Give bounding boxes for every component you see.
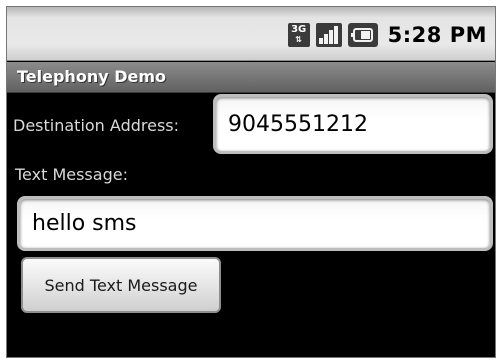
signal-strength-icon bbox=[315, 23, 342, 47]
title-bar: Telephony Demo bbox=[7, 62, 495, 93]
text-message-value: hello sms bbox=[32, 211, 137, 236]
status-icons: 3G ⇅ 5:28 PM bbox=[287, 22, 487, 48]
status-bar: 3G ⇅ 5:28 PM bbox=[7, 7, 495, 61]
destination-address-label: Destination Address: bbox=[13, 116, 180, 135]
app-title: Telephony Demo bbox=[17, 67, 166, 86]
text-message-field[interactable]: hello sms bbox=[17, 196, 493, 251]
destination-address-field[interactable]: 9045551212 bbox=[213, 94, 493, 154]
3g-data-icon: 3G ⇅ bbox=[287, 23, 310, 47]
text-message-label: Text Message: bbox=[15, 165, 128, 184]
destination-address-value: 9045551212 bbox=[228, 111, 368, 137]
battery-icon bbox=[347, 23, 378, 47]
network-type-label: 3G bbox=[291, 24, 307, 35]
send-text-message-button[interactable]: Send Text Message bbox=[21, 257, 221, 313]
send-button-label: Send Text Message bbox=[44, 275, 198, 295]
phone-screen: 3G ⇅ 5:28 PM Telephony Demo Destination … bbox=[6, 6, 496, 358]
clock: 5:28 PM bbox=[387, 23, 487, 47]
